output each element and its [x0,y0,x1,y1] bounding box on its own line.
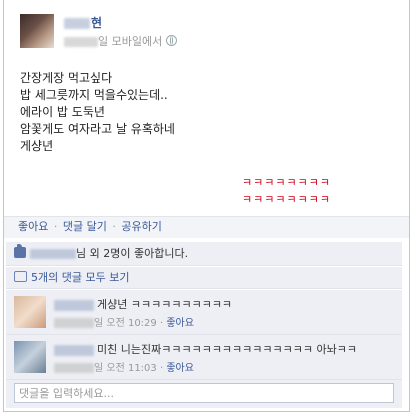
comment-body: 게샹년 ㅋㅋㅋㅋㅋㅋㅋㅋㅋㅋ [54,296,232,312]
likes-summary: 님 외 2명이 좋아합니다. [6,242,402,266]
redacted-date [54,318,94,328]
comment-text: 미친 니는진짜ㅋㅋㅋㅋㅋㅋㅋㅋㅋㅋㅋㅋㅋㅋㅋ 아놔ㅋㅋ [97,343,357,356]
globe-icon [166,35,178,46]
author-avatar[interactable] [20,14,54,48]
redacted-name [64,18,90,29]
commenter-avatar[interactable] [14,296,46,328]
comment-like-link[interactable]: 좋아요 [166,363,194,374]
commenter-avatar[interactable] [14,341,46,373]
redacted-commenter-name[interactable] [54,344,94,356]
redacted-commenter-name[interactable] [54,299,94,311]
redacted-date [54,363,94,373]
comment-bubble-icon [14,271,27,282]
comment-link[interactable]: 댓글 달기 [63,220,107,233]
author-name-suffix: 현 [91,16,103,30]
thumbs-up-icon [14,244,26,258]
likes-text: 님 외 2명이 좋아합니다. [76,247,189,260]
post-line: 게샹년 [20,139,54,153]
like-link[interactable]: 좋아요 [18,220,48,233]
comment-time[interactable]: 일 오전 11:03 [94,363,157,374]
comment-like-link[interactable]: 좋아요 [166,318,194,329]
post-meta: 일 모바일에서 [64,33,178,49]
separator: · [112,220,116,233]
comment-input[interactable] [14,383,394,403]
comment-input-row [6,380,402,408]
comment-body: 미친 니는진짜ㅋㅋㅋㅋㅋㅋㅋㅋㅋㅋㅋㅋㅋㅋㅋ 아놔ㅋㅋ [54,341,357,357]
redacted-liker[interactable] [30,249,76,259]
laugh-text: ㅋㅋㅋㅋㅋㅋㅋㅋ ㅋㅋㅋㅋㅋㅋㅋㅋ [242,174,331,208]
comment-item: 미친 니는진짜ㅋㅋㅋㅋㅋㅋㅋㅋㅋㅋㅋㅋㅋㅋㅋ 아놔ㅋㅋ 일 오전 11:03 ·… [6,335,402,380]
post-line: 간장게장 먹고싶다 [20,71,113,85]
author-name[interactable]: 현 [64,14,102,31]
comment-item: 게샹년 ㅋㅋㅋㅋㅋㅋㅋㅋㅋㅋ 일 오전 10:29 · 좋아요 [6,290,402,335]
separator: · [53,220,58,233]
post-line: 밥 세그릇까지 먹을수있는데.. [20,88,168,102]
share-link[interactable]: 공유하기 [121,220,161,233]
comment-meta: 일 오전 10:29 · 좋아요 [54,314,194,329]
post-line: 암꽃게도 여자라고 날 유혹하네 [20,122,175,136]
post-body: 간장게장 먹고싶다 밥 세그릇까지 먹을수있는데.. 에라이 밥 도둑년 암꽃게… [20,70,175,155]
view-all-comments[interactable]: 5개의 댓글 모두 보기 [6,267,402,289]
post-line: 에라이 밥 도둑년 [20,105,105,119]
comment-time[interactable]: 일 오전 10:29 [94,318,157,329]
comment-text: 게샹년 ㅋㅋㅋㅋㅋㅋㅋㅋㅋㅋ [97,298,233,311]
view-all-comments-label: 5개의 댓글 모두 보기 [31,271,130,284]
post-meta-text: 일 모바일에서 [98,35,163,48]
post-actions: 좋아요 · 댓글 달기 · 공유하기 [4,216,409,238]
redacted-date [64,37,98,47]
comment-meta: 일 오전 11:03 · 좋아요 [54,359,194,374]
laugh-line: ㅋㅋㅋㅋㅋㅋㅋㅋ [242,193,331,206]
laugh-line: ㅋㅋㅋㅋㅋㅋㅋㅋ [242,176,331,189]
